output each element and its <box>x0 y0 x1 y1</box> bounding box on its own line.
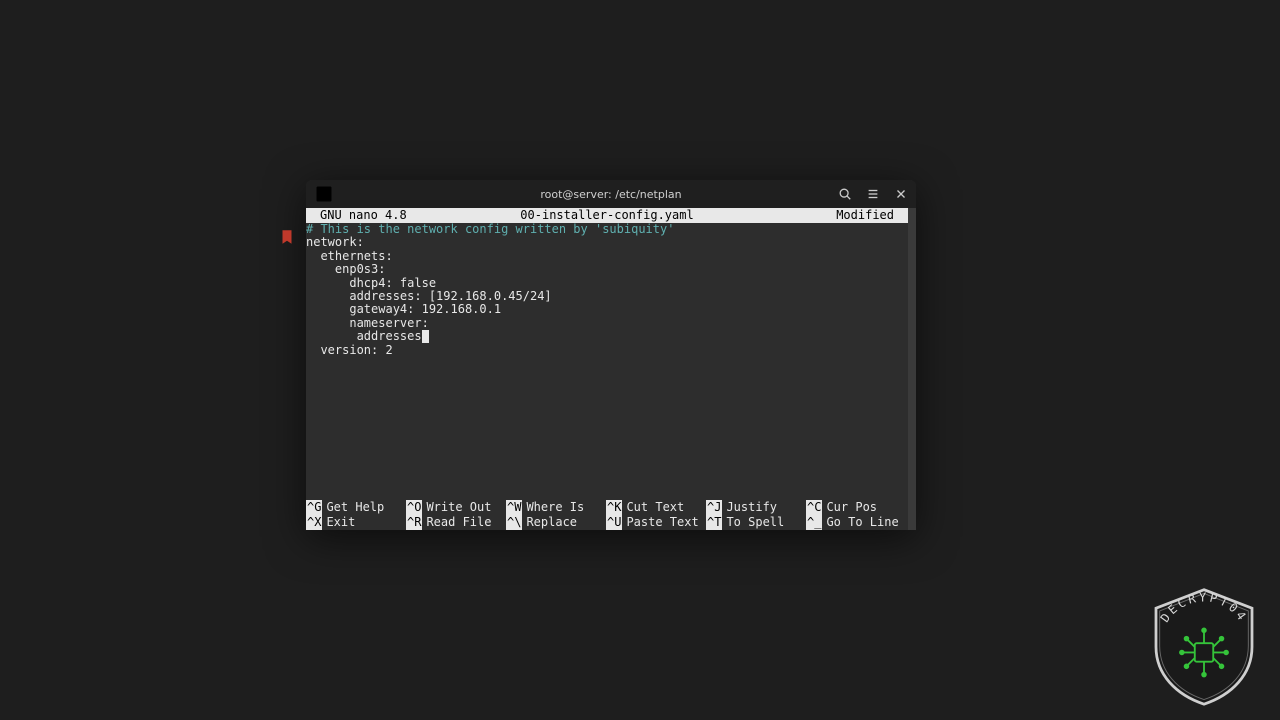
file-line: addresses <box>306 329 422 343</box>
shortcut: ^XExit <box>306 515 406 530</box>
shortcut: ^OWrite Out <box>406 500 506 515</box>
file-line: enp0s3: <box>306 262 385 276</box>
nano-filename: 00-installer-config.yaml <box>306 208 908 223</box>
shortcut: ^RRead File <box>406 515 506 530</box>
shortcut: ^TTo Spell <box>706 515 806 530</box>
file-line: ethernets: <box>306 249 393 263</box>
bookmark-icon <box>278 228 296 246</box>
shortcut: ^GGet Help <box>306 500 406 515</box>
editor-area[interactable]: # This is the network config written by … <box>306 223 908 500</box>
nano-header: GNU nano 4.8 00-installer-config.yaml Mo… <box>306 208 908 223</box>
shortcut: ^WWhere Is <box>506 500 606 515</box>
comment-line: # This is the network config written by … <box>306 222 674 236</box>
window-titlebar: root@server: /etc/netplan <box>306 180 916 208</box>
window-title: root@server: /etc/netplan <box>306 188 916 201</box>
shortcut: ^UPaste Text <box>606 515 706 530</box>
shortcut: ^KCut Text <box>606 500 706 515</box>
file-line: gateway4: 192.168.0.1 <box>306 302 501 316</box>
footer-row-1: ^GGet Help ^OWrite Out ^WWhere Is ^KCut … <box>306 500 908 515</box>
file-line: nameserver: <box>306 316 429 330</box>
shortcut: ^JJustify <box>706 500 806 515</box>
nano-status: Modified <box>836 208 894 223</box>
menu-icon[interactable] <box>864 185 882 203</box>
scrollbar[interactable] <box>908 208 916 530</box>
file-line: version: 2 <box>306 343 393 357</box>
terminal-body[interactable]: GNU nano 4.8 00-installer-config.yaml Mo… <box>306 208 916 530</box>
shortcut: ^_Go To Line <box>806 515 906 530</box>
file-line: dhcp4: false <box>306 276 436 290</box>
terminal-window: root@server: /etc/netplan GNU nano 4.8 0… <box>306 180 916 530</box>
shortcut: ^CCur Pos <box>806 500 906 515</box>
footer-row-2: ^XExit ^RRead File ^\Replace ^UPaste Tex… <box>306 515 908 530</box>
text-cursor <box>422 330 429 343</box>
shortcut: ^\Replace <box>506 515 606 530</box>
file-line: addresses: [192.168.0.45/24] <box>306 289 552 303</box>
watermark-logo: DECRYPT04 <box>1148 586 1260 706</box>
close-icon[interactable] <box>892 185 910 203</box>
search-icon[interactable] <box>836 185 854 203</box>
file-line: network: <box>306 235 364 249</box>
nano-footer: ^GGet Help ^OWrite Out ^WWhere Is ^KCut … <box>306 500 908 530</box>
